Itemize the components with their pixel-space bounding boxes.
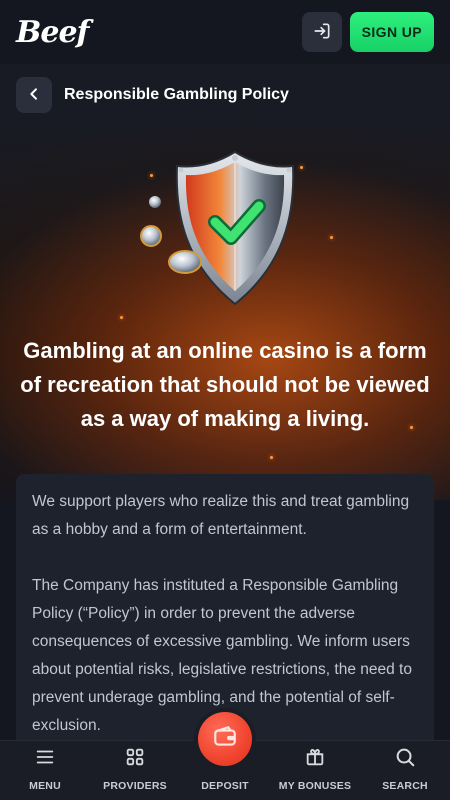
gift-icon bbox=[304, 746, 326, 773]
policy-paragraph: We support players who realize this and … bbox=[32, 493, 410, 538]
spark-decoration bbox=[330, 236, 333, 239]
nav-label: MY BONUSES bbox=[278, 780, 352, 792]
top-header: Beef SIGN UP bbox=[0, 0, 450, 64]
chevron-left-icon bbox=[26, 86, 42, 105]
spark-decoration bbox=[120, 316, 123, 319]
signup-button[interactable]: SIGN UP bbox=[349, 12, 434, 52]
hero-headline: Gambling at an online casino is a form o… bbox=[20, 338, 430, 431]
menu-icon bbox=[34, 746, 56, 773]
nav-item-menu[interactable]: MENU bbox=[0, 746, 90, 792]
page-title: Responsible Gambling Policy bbox=[64, 86, 289, 103]
hero-banner: Gambling at an online casino is a form o… bbox=[0, 126, 450, 500]
nav-label: SEARCH bbox=[382, 780, 428, 792]
spark-decoration bbox=[150, 174, 153, 177]
wallet-icon bbox=[212, 724, 238, 755]
spark-decoration bbox=[270, 456, 273, 459]
deposit-button[interactable] bbox=[198, 712, 252, 766]
grid-icon bbox=[124, 746, 146, 773]
back-button[interactable] bbox=[16, 77, 52, 113]
spark-decoration bbox=[300, 166, 303, 169]
nav-item-providers[interactable]: PROVIDERS bbox=[90, 746, 180, 792]
page-title-bar: Responsible Gambling Policy bbox=[0, 64, 450, 126]
search-icon bbox=[394, 746, 416, 773]
nav-label: MENU bbox=[29, 780, 61, 792]
login-button[interactable] bbox=[301, 12, 342, 52]
nav-item-search[interactable]: SEARCH bbox=[360, 746, 450, 792]
header-actions: SIGN UP bbox=[301, 12, 434, 52]
brand-logo[interactable]: Beef bbox=[16, 15, 89, 50]
nav-item-deposit[interactable]: DEPOSIT bbox=[180, 780, 270, 792]
shield-checkmark-icon bbox=[135, 144, 315, 314]
nav-item-my-bonuses[interactable]: MY BONUSES bbox=[270, 746, 360, 792]
login-icon bbox=[312, 21, 332, 44]
nav-label: DEPOSIT bbox=[201, 780, 249, 792]
nav-label: PROVIDERS bbox=[103, 780, 167, 792]
